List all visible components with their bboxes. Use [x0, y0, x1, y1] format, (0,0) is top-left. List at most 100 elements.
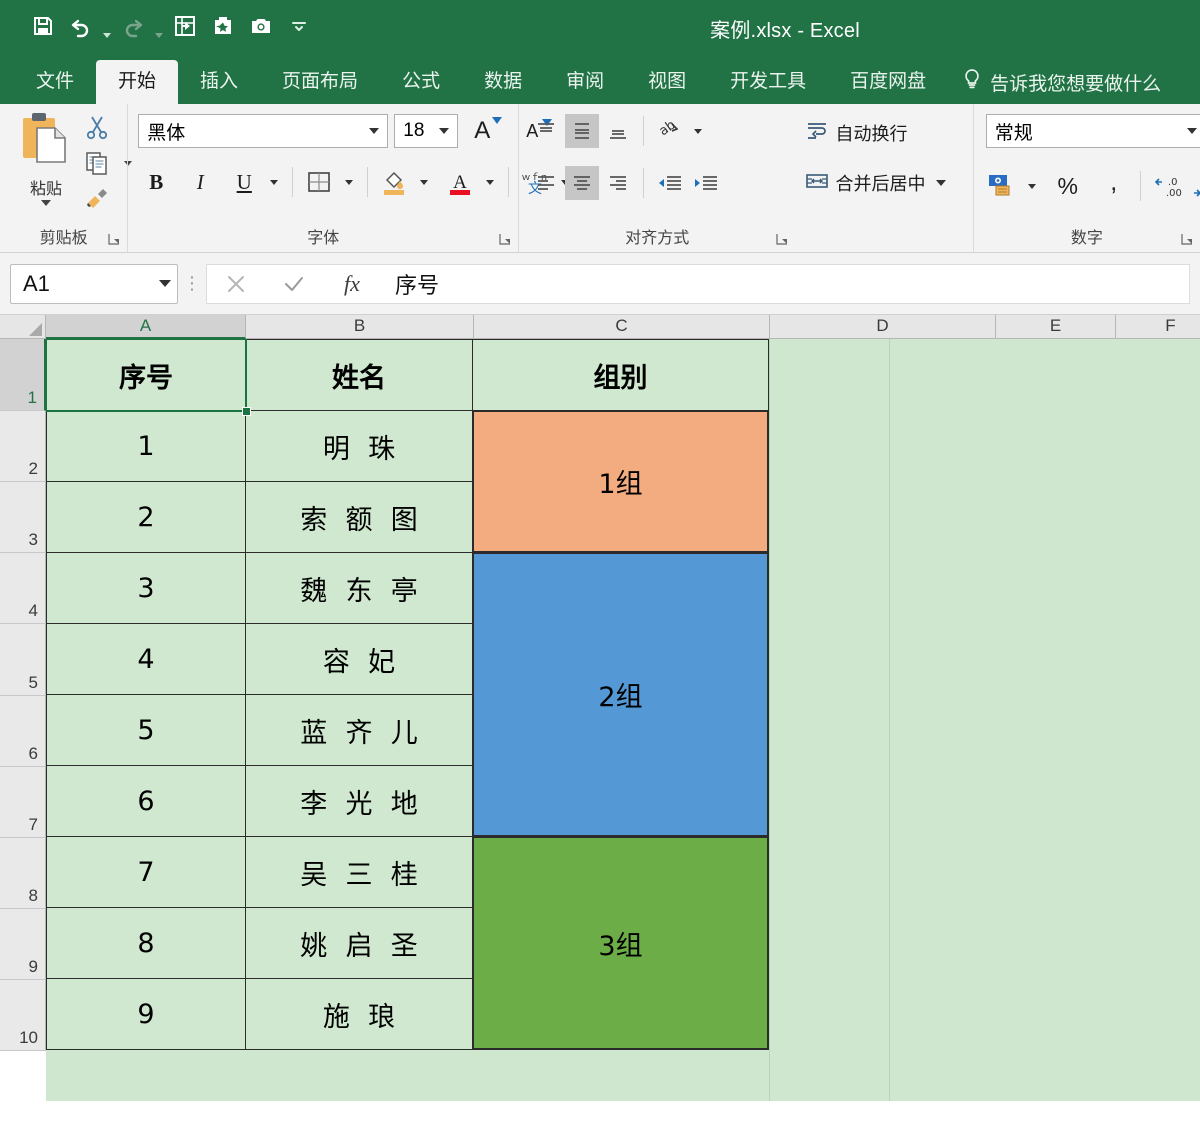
cell-C8-merged-group3[interactable]: 3组 — [472, 836, 769, 1050]
font-name-dropdown-icon[interactable] — [365, 128, 383, 134]
row-header-3[interactable]: 3 — [0, 482, 46, 553]
alignment-dialog-launcher[interactable] — [775, 232, 789, 246]
enter-icon[interactable] — [265, 265, 323, 303]
tab-view[interactable]: 视图 — [626, 60, 708, 104]
tab-home[interactable]: 开始 — [96, 60, 179, 104]
align-center-button[interactable] — [565, 166, 600, 200]
bottom-align-button[interactable] — [601, 114, 635, 148]
cell-B7[interactable]: 李 光 地 — [245, 765, 473, 837]
wrap-text-button[interactable]: 自动换行 — [799, 116, 913, 150]
underline-dropdown-icon[interactable] — [264, 166, 284, 198]
row-header-2[interactable]: 2 — [0, 411, 46, 482]
row-header-10[interactable]: 10 — [0, 980, 46, 1051]
cell-A6[interactable]: 5 — [46, 694, 246, 766]
cell-B6[interactable]: 蓝 齐 儿 — [245, 694, 473, 766]
fill-color-dropdown-icon[interactable] — [414, 166, 434, 198]
cell-B8[interactable]: 吴 三 桂 — [245, 836, 473, 908]
format-painter-button[interactable] — [84, 184, 132, 214]
accounting-dropdown-icon[interactable] — [1022, 170, 1042, 202]
font-name-combo[interactable]: 黑体 — [138, 114, 389, 148]
tell-me-box[interactable]: 告诉我您想要做什么 — [962, 60, 1161, 104]
column-header-e[interactable]: E — [996, 315, 1116, 339]
row-header-8[interactable]: 8 — [0, 838, 46, 909]
paste-dropdown-icon[interactable] — [10, 200, 82, 206]
name-box[interactable]: A1 — [10, 263, 178, 304]
column-header-a[interactable]: A — [46, 315, 246, 339]
sheet-area[interactable]: 序号 姓名 组别 1 2 3 4 5 6 7 8 9 明 珠 索 额 图 魏 东… — [46, 339, 1200, 1101]
comma-style-button[interactable]: , — [1096, 166, 1132, 206]
number-format-dropdown-icon[interactable] — [1183, 128, 1200, 134]
cell-A8[interactable]: 7 — [46, 836, 246, 908]
tab-formulas[interactable]: 公式 — [380, 60, 462, 104]
row-header-9[interactable]: 9 — [0, 909, 46, 980]
accounting-format-button[interactable] — [984, 170, 1020, 202]
cell-C4-merged-group2[interactable]: 2组 — [472, 552, 769, 837]
cell-B4[interactable]: 魏 东 亭 — [245, 552, 473, 624]
column-header-c[interactable]: C — [474, 315, 770, 339]
cell-A4[interactable]: 3 — [46, 552, 246, 624]
merge-center-dropdown-icon[interactable] — [931, 167, 951, 199]
decrease-decimal-button[interactable]: .00.0 — [1187, 170, 1200, 202]
undo-dropdown-icon[interactable] — [100, 4, 114, 48]
tab-data[interactable]: 数据 — [462, 60, 544, 104]
row-header-5[interactable]: 5 — [0, 624, 46, 696]
paste-button[interactable]: 粘贴 — [10, 110, 82, 206]
column-header-d[interactable]: D — [770, 315, 996, 339]
bold-button[interactable]: B — [138, 166, 174, 198]
tab-insert[interactable]: 插入 — [178, 60, 260, 104]
font-size-dropdown-icon[interactable] — [435, 128, 453, 134]
cell-B1[interactable]: 姓名 — [245, 339, 473, 411]
cell-B5[interactable]: 容 妃 — [245, 623, 473, 695]
cell-C2-merged-group1[interactable]: 1组 — [472, 410, 769, 553]
cell-A7[interactable]: 6 — [46, 765, 246, 837]
font-color-dropdown-icon[interactable] — [480, 166, 500, 198]
cell-B10[interactable]: 施 琅 — [245, 978, 473, 1050]
borders-dropdown-icon[interactable] — [339, 166, 359, 198]
cell-A10[interactable]: 9 — [46, 978, 246, 1050]
cell-C1[interactable]: 组别 — [472, 339, 769, 411]
row-header-6[interactable]: 6 — [0, 696, 46, 767]
cell-A2[interactable]: 1 — [46, 410, 246, 482]
cell-B2[interactable]: 明 珠 — [245, 410, 473, 482]
copy-button[interactable] — [84, 148, 132, 178]
row-header-7[interactable]: 7 — [0, 767, 46, 838]
formula-input[interactable]: 序号 — [381, 263, 1190, 304]
cell-B3[interactable]: 索 额 图 — [245, 481, 473, 553]
number-dialog-launcher[interactable] — [1180, 232, 1194, 246]
name-box-dropdown-icon[interactable] — [159, 280, 171, 287]
tab-developer[interactable]: 开发工具 — [708, 60, 828, 104]
cell-A9[interactable]: 8 — [46, 907, 246, 979]
cancel-icon[interactable] — [207, 265, 265, 303]
percent-style-button[interactable]: % — [1050, 170, 1086, 202]
underline-button[interactable]: U — [226, 166, 262, 198]
merge-center-button[interactable]: 合并后居中 — [799, 166, 931, 200]
italic-button[interactable]: I — [182, 166, 218, 198]
select-all-corner[interactable] — [0, 315, 46, 339]
undo-icon[interactable] — [62, 9, 100, 43]
column-header-b[interactable]: B — [246, 315, 474, 339]
top-align-button[interactable] — [529, 114, 563, 148]
formula-bar-grip[interactable]: ⋮ — [178, 273, 206, 294]
tab-review[interactable]: 审阅 — [544, 60, 626, 104]
align-left-button[interactable] — [529, 166, 563, 200]
fill-handle[interactable] — [242, 407, 251, 416]
row-header-4[interactable]: 4 — [0, 553, 46, 624]
middle-align-button[interactable] — [565, 114, 600, 148]
grow-font-button[interactable]: A — [464, 115, 503, 147]
increase-indent-button[interactable] — [688, 166, 722, 200]
tab-page-layout[interactable]: 页面布局 — [260, 60, 380, 104]
cut-button[interactable] — [84, 112, 132, 142]
font-size-combo[interactable]: 18 — [394, 114, 459, 148]
decrease-indent-button[interactable] — [652, 166, 686, 200]
cell-A3[interactable]: 2 — [46, 481, 246, 553]
fill-color-button[interactable] — [376, 166, 412, 198]
redo-icon[interactable] — [114, 9, 152, 43]
camera-icon[interactable] — [242, 9, 280, 43]
cell-B9[interactable]: 姚 启 圣 — [245, 907, 473, 979]
save-icon[interactable] — [24, 9, 62, 43]
column-header-f[interactable]: F — [1116, 315, 1200, 339]
insert-function-icon[interactable]: fx — [323, 265, 381, 303]
tab-file[interactable]: 文件 — [14, 60, 96, 104]
align-right-button[interactable] — [601, 166, 635, 200]
cell-A5[interactable]: 4 — [46, 623, 246, 695]
